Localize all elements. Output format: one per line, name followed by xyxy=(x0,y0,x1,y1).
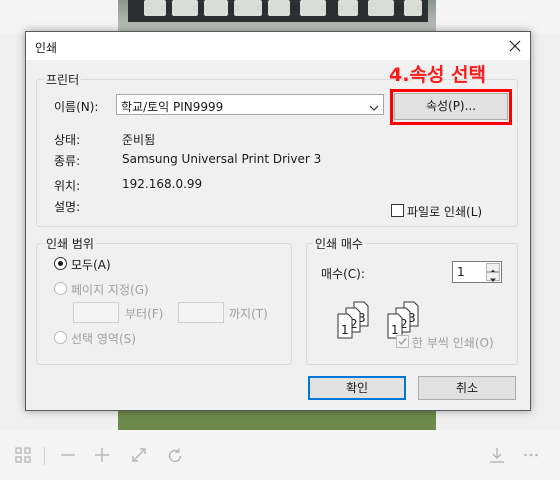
grid-icon[interactable] xyxy=(15,447,33,465)
toolbar-divider xyxy=(44,447,45,465)
where-label: 위치: xyxy=(54,179,81,193)
annotation-highlight-box xyxy=(390,89,512,125)
range-pages-radio[interactable] xyxy=(54,282,67,295)
dialog-title-bar: 인쇄 xyxy=(26,32,530,60)
status-value: 준비됨 xyxy=(122,133,156,147)
copies-value: 1 xyxy=(457,265,465,279)
rotate-icon[interactable] xyxy=(166,447,184,465)
close-icon[interactable] xyxy=(506,37,524,55)
print-dialog: 인쇄 프린터 이름(N): 학교/토익 PIN9999 속성(P)... 4.속… xyxy=(25,31,531,411)
page-to-label: 까지(T) xyxy=(229,307,268,321)
spin-up-button[interactable] xyxy=(486,263,500,273)
range-all-label: 모두(A) xyxy=(71,258,111,272)
page-from-label: 부터(F) xyxy=(125,307,164,321)
printer-name-select[interactable]: 학교/토익 PIN9999 xyxy=(116,94,384,115)
dialog-title: 인쇄 xyxy=(35,41,58,55)
spin-down-button[interactable] xyxy=(486,272,500,282)
type-value: Samsung Universal Print Driver 3 xyxy=(122,152,322,166)
zoom-in-icon[interactable] xyxy=(94,447,112,465)
more-icon[interactable] xyxy=(523,447,541,465)
annotation-text: 4.속성 선택 xyxy=(389,64,486,86)
copies-spinner[interactable]: 1 xyxy=(452,261,502,283)
print-range-legend: 인쇄 범위 xyxy=(44,235,96,252)
collate-checkbox[interactable] xyxy=(396,335,409,348)
cancel-button[interactable]: 취소 xyxy=(418,376,516,400)
range-all-radio[interactable] xyxy=(54,257,67,270)
print-to-file-checkbox[interactable] xyxy=(391,204,404,217)
page-from-input[interactable] xyxy=(73,302,119,323)
page-to-input[interactable] xyxy=(178,302,224,323)
print-to-file-label: 파일로 인쇄(L) xyxy=(407,205,483,219)
printer-group-legend: 프린터 xyxy=(44,71,82,88)
type-label: 종류: xyxy=(54,154,81,168)
photo-grass xyxy=(118,410,436,430)
name-label: 이름(N): xyxy=(54,100,99,114)
comment-label: 설명: xyxy=(54,200,81,214)
zoom-out-icon[interactable] xyxy=(60,447,78,465)
copies-label: 매수(C): xyxy=(321,267,365,281)
collate-label: 한 부씩 인쇄(O) xyxy=(412,336,494,350)
ok-button[interactable]: 확인 xyxy=(308,376,406,400)
printer-name-value: 학교/토익 PIN9999 xyxy=(121,100,224,114)
svg-text:1: 1 xyxy=(341,323,349,337)
where-value: 192.168.0.99 xyxy=(122,177,203,191)
download-icon[interactable] xyxy=(489,447,507,465)
range-selection-label: 선택 영역(S) xyxy=(71,332,136,346)
copies-legend: 인쇄 매수 xyxy=(313,235,365,252)
range-pages-label: 페이지 지정(G) xyxy=(71,283,149,297)
status-label: 상태: xyxy=(54,133,81,147)
range-selection-radio[interactable] xyxy=(54,331,67,344)
photo-sign xyxy=(128,0,428,22)
viewer-toolbar xyxy=(0,430,560,480)
expand-icon[interactable] xyxy=(131,447,149,465)
chevron-down-icon xyxy=(369,101,379,115)
